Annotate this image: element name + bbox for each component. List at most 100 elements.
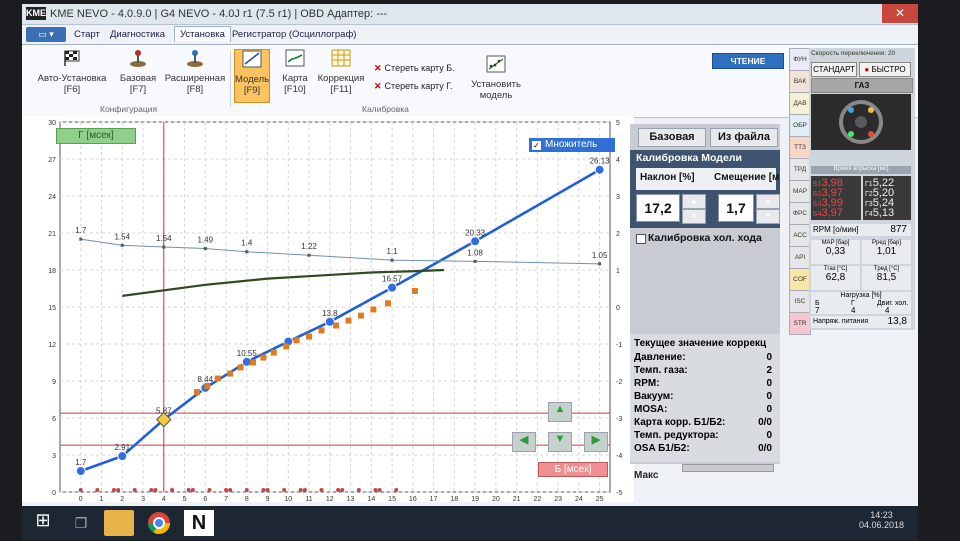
y2-tick-label: 4 bbox=[616, 157, 620, 164]
tab-setup[interactable]: Установка bbox=[174, 26, 231, 42]
fast-label: БЫСТРО bbox=[871, 65, 906, 74]
current-row-value: 0 bbox=[766, 391, 772, 402]
table-grid-icon bbox=[331, 49, 351, 67]
side-tab-cof[interactable]: COF bbox=[789, 268, 811, 291]
side-tab-frs[interactable]: ФРС bbox=[789, 202, 811, 225]
chrome-icon[interactable] bbox=[144, 510, 174, 536]
correction-button[interactable]: Коррекция [F11] bbox=[314, 49, 368, 95]
side-tab-isc[interactable]: ISC bbox=[789, 290, 811, 313]
tab-diagnostics[interactable]: Диагностика bbox=[110, 29, 165, 40]
side-tab-pres[interactable]: ДАВ bbox=[789, 92, 811, 115]
current-row-pressure: Давление: 0 bbox=[634, 352, 776, 363]
y2-tick-label: -4 bbox=[616, 453, 622, 460]
task-view-icon[interactable]: ❐ bbox=[66, 510, 96, 536]
y-tick-label: 27 bbox=[48, 157, 56, 164]
standard-button[interactable]: СТАНДАРТ bbox=[811, 62, 857, 77]
arrow-down-button[interactable]: ▼ bbox=[548, 432, 572, 452]
current-row-label: OSA Б1/Б2: bbox=[634, 443, 690, 454]
offset-field[interactable]: 1,7 bbox=[718, 194, 754, 222]
app-menu-button[interactable]: ▭ ▾ bbox=[26, 27, 66, 42]
basic-button[interactable]: Базовая bbox=[638, 128, 706, 147]
tab-start[interactable]: Старт bbox=[74, 29, 100, 40]
side-tab-api[interactable]: АРІ bbox=[789, 246, 811, 269]
side-tab-vac[interactable]: ВАК bbox=[789, 70, 811, 93]
ribbon: Авто-Установка [F6] Базовая [F7] Расшире… bbox=[22, 44, 918, 118]
app-logo: KME bbox=[26, 7, 46, 20]
file-explorer-icon[interactable] bbox=[104, 510, 134, 536]
current-row-map-corr: Карта корр. Б1/Б2: 0/0 bbox=[634, 417, 776, 428]
side-tab-str[interactable]: STR bbox=[789, 312, 811, 335]
offset-up-button[interactable]: ▲ bbox=[756, 194, 780, 209]
tab-recorder[interactable]: Регистратор (Осциллограф) bbox=[232, 29, 356, 40]
rpm-row: RPM [о/мин] 877 bbox=[811, 224, 911, 236]
slope-down-button[interactable]: ▼ bbox=[682, 209, 706, 224]
side-tab-map[interactable]: МАР bbox=[789, 180, 811, 203]
y-tick-label: 30 bbox=[48, 120, 56, 127]
correction-point-marker bbox=[357, 312, 364, 319]
side-tab-fun[interactable]: ФУН bbox=[789, 48, 811, 71]
current-row-label: Темп. газа: bbox=[634, 365, 688, 376]
side-tab-acc[interactable]: АСС bbox=[789, 224, 811, 247]
multiplier-data-label: 1.7 bbox=[75, 226, 87, 235]
arrow-up-button[interactable]: ▲ bbox=[548, 402, 572, 422]
model-button[interactable]: Модель [F9] bbox=[234, 49, 270, 103]
correction-point-marker bbox=[193, 389, 200, 396]
pred-cell: Pред [бар] 1,01 bbox=[862, 240, 911, 264]
y2-tick-label: 3 bbox=[616, 194, 620, 201]
idle-checkbox[interactable] bbox=[636, 234, 646, 244]
current-row-value: 2 bbox=[766, 365, 772, 376]
current-row-label: Темп. редуктора: bbox=[634, 430, 719, 441]
auto-setup-button[interactable]: Авто-Установка [F6] bbox=[34, 49, 110, 95]
current-row-value: 0/0 bbox=[758, 417, 772, 428]
x-tick-label: 16 bbox=[409, 496, 417, 502]
engine-diagram bbox=[811, 94, 911, 150]
map-key: [F10] bbox=[284, 84, 306, 95]
arrow-right-button[interactable]: ▶ bbox=[584, 432, 608, 452]
multiplier-point-marker bbox=[120, 243, 124, 247]
basic-config-label: Базовая bbox=[119, 73, 157, 84]
spin-down-icon: ▼ bbox=[690, 213, 698, 220]
model-data-label: 20.33 bbox=[465, 228, 486, 237]
basic-config-button[interactable]: Базовая [F7] bbox=[112, 49, 164, 95]
fit-model-button[interactable]: Установить модель bbox=[468, 55, 524, 101]
load-cell: Нагрузка [%] Б Г Двиг. хол. 7 4 4 bbox=[811, 292, 911, 315]
petrol-value-b4: Б43,97 bbox=[813, 207, 843, 219]
current-row-value: 0 bbox=[766, 430, 772, 441]
clock[interactable]: 14:23 04.06.2018 bbox=[859, 510, 904, 530]
current-row-gas-temp: Темп. газа: 2 bbox=[634, 365, 776, 376]
baseline-point-marker bbox=[298, 488, 303, 492]
current-row-label: MOSA: bbox=[634, 404, 668, 415]
multiplier-data-label: 1.1 bbox=[387, 247, 399, 256]
y-tick-label: 3 bbox=[52, 453, 56, 460]
start-button[interactable]: ⊞ bbox=[28, 510, 58, 536]
extended-config-button[interactable]: Расширенная [F8] bbox=[164, 49, 226, 95]
y-tick-label: 0 bbox=[52, 490, 56, 497]
multiplier-checkbox[interactable]: ✓ Множитель bbox=[529, 138, 615, 152]
baseline-point-marker bbox=[302, 488, 307, 492]
max-slider[interactable] bbox=[682, 464, 774, 472]
map-label: Карта bbox=[282, 73, 308, 84]
baseline-point-marker bbox=[356, 488, 361, 492]
offset-down-button[interactable]: ▼ bbox=[756, 209, 780, 224]
side-tab-obr[interactable]: ОБР bbox=[789, 114, 811, 137]
fast-button[interactable]: ● БЫСТРО bbox=[859, 62, 911, 77]
slope-up-button[interactable]: ▲ bbox=[682, 194, 706, 209]
erase-map-b-button[interactable]: ✕ Стереть карту Б. bbox=[374, 63, 455, 74]
fit-model-label: Установить модель bbox=[471, 79, 521, 101]
nevo-app-icon[interactable]: N bbox=[184, 510, 214, 536]
map-cell: MAP [бар] 0,33 bbox=[811, 240, 860, 264]
arrow-left-button[interactable]: ◀ bbox=[512, 432, 536, 452]
from-file-button[interactable]: Из файла bbox=[710, 128, 778, 147]
x-tick-label: 10 bbox=[284, 496, 292, 502]
current-row-osa: OSA Б1/Б2: 0/0 bbox=[634, 443, 776, 454]
slope-field[interactable]: 17,2 bbox=[636, 194, 680, 222]
correction-point-marker bbox=[227, 370, 234, 377]
fuel-gas-indicator: ГАЗ bbox=[811, 78, 913, 93]
map-button[interactable]: Карта [F10] bbox=[278, 49, 312, 95]
close-button[interactable]: ✕ bbox=[882, 4, 918, 23]
erase-map-g-button[interactable]: ✕ Стереть карту Г. bbox=[374, 81, 453, 92]
y-tick-label: 9 bbox=[52, 379, 56, 386]
side-tab-trd[interactable]: ТРД bbox=[789, 158, 811, 181]
side-tab-ttz[interactable]: ТТЗ bbox=[789, 136, 811, 159]
correction-point-marker bbox=[204, 382, 211, 389]
